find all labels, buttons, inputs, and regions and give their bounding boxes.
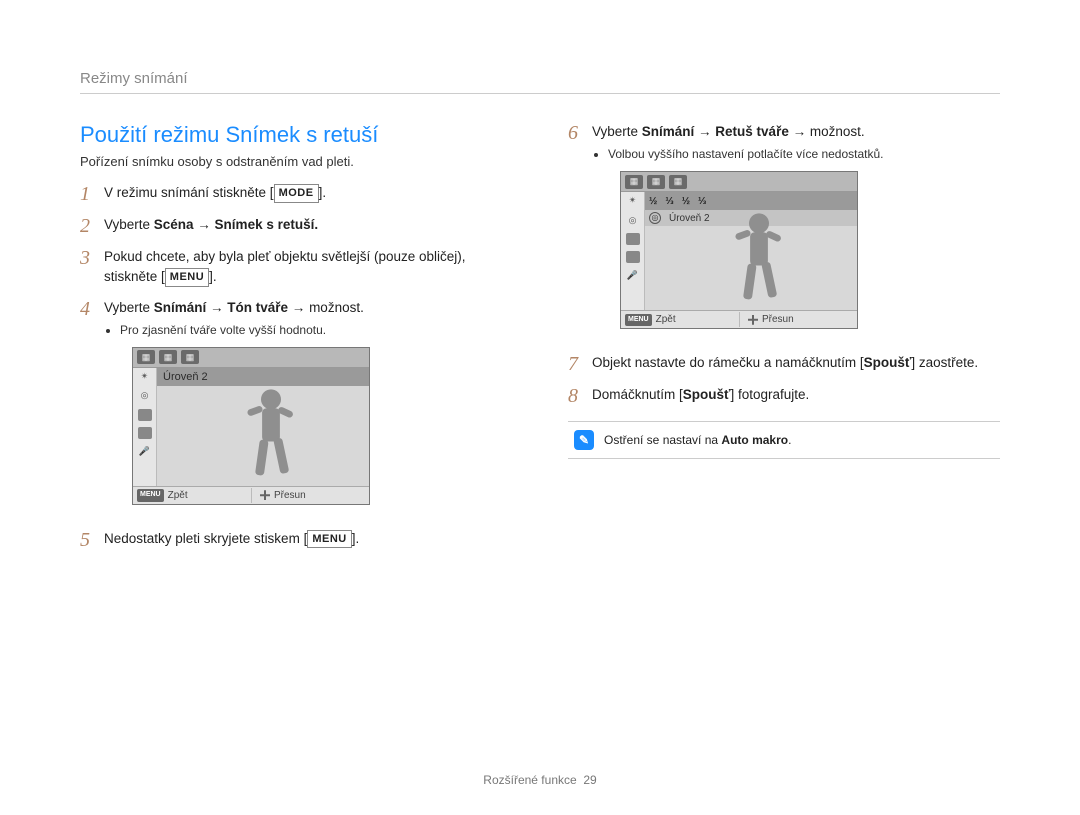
step-8: 8 Domáčknutím [Spoušť] fotografujte.: [568, 385, 1000, 407]
step-number: 1: [80, 183, 104, 205]
mic-icon: 🎤: [627, 269, 638, 283]
lcd-toprow: ▦ ▦ ▦: [133, 348, 369, 368]
step-7: 7 Objekt nastavte do rámečku a namáčknut…: [568, 353, 1000, 375]
mode-icon: ▦: [647, 175, 665, 189]
step-4: 4 Vyberte Snímání → Tón tváře → možnost.…: [80, 298, 512, 519]
page-footer: Rozšířené funkce 29: [0, 773, 1080, 787]
step-number: 7: [568, 353, 592, 375]
exposure-icon: ✴: [141, 370, 149, 384]
lcd-preview: ▦ ▦ ▦ ✴ ◎ 🎤 Úroveň 2 MENUZpět Přesun: [132, 347, 370, 505]
step-1: 1 V režimu snímání stiskněte [MODE].: [80, 183, 512, 205]
page-subtitle: Pořízení snímku osoby s odstraněním vad …: [80, 154, 512, 169]
step-text: Nedostatky pleti skryjete stiskem [MENU]…: [104, 529, 512, 551]
mode-icon: ▦: [181, 350, 199, 364]
iso-icon: [138, 409, 152, 421]
step-text: Vyberte Scéna → Snímek s retuší.: [104, 215, 512, 237]
left-column: Použití režimu Snímek s retuší Pořízení …: [80, 122, 512, 561]
lcd-back: MENUZpět: [621, 312, 739, 327]
mode-icon: ▦: [159, 350, 177, 364]
lcd-level-bar: Úroveň 2: [157, 368, 369, 386]
step-number: 3: [80, 247, 104, 288]
step-text: Pokud chcete, aby byla pleť objektu svět…: [104, 247, 512, 288]
wb-icon: [626, 251, 640, 263]
steps-right: 6 Vyberte Snímání → Retuš tváře → možnos…: [568, 122, 1000, 407]
focus-icon: ◎: [141, 389, 149, 403]
step-number: 6: [568, 122, 592, 343]
note-box: ✎ Ostření se nastaví na Auto makro.: [568, 421, 1000, 459]
step-text: Vyberte Snímání → Retuš tváře → možnost.…: [592, 122, 1000, 343]
person-silhouette: [719, 210, 799, 310]
step-5: 5 Nedostatky pleti skryjete stiskem [MEN…: [80, 529, 512, 551]
focus-icon: ◎: [649, 212, 661, 224]
page-title: Použití režimu Snímek s retuší: [80, 122, 512, 148]
step-number: 2: [80, 215, 104, 237]
step-text: V režimu snímání stiskněte [MODE].: [104, 183, 512, 205]
lcd-side-icons: ✴ ◎ 🎤: [133, 368, 157, 486]
lcd-move: Přesun: [251, 488, 369, 503]
mode-icon: ▦: [625, 175, 643, 189]
step-text: Objekt nastavte do rámečku a namáčknutím…: [592, 353, 1000, 375]
step-2: 2 Vyberte Scéna → Snímek s retuší.: [80, 215, 512, 237]
focus-icon: ◎: [629, 214, 637, 228]
person-silhouette: [231, 386, 311, 486]
note-text: Ostření se nastaví na Auto makro.: [604, 433, 791, 447]
exposure-icon: ✴: [629, 194, 637, 208]
mic-icon: 🎤: [139, 445, 150, 459]
info-icon: ✎: [574, 430, 594, 450]
right-column: 6 Vyberte Snímání → Retuš tváře → možnos…: [568, 122, 1000, 561]
dpad-icon: [748, 315, 758, 325]
lcd-back: MENUZpět: [133, 488, 251, 503]
mode-icon: ▦: [137, 350, 155, 364]
step-3: 3 Pokud chcete, aby byla pleť objektu sv…: [80, 247, 512, 288]
steps-left: 1 V režimu snímání stiskněte [MODE]. 2 V…: [80, 183, 512, 551]
page-header: Režimy snímání: [80, 70, 1000, 94]
mode-icon: ▦: [669, 175, 687, 189]
lcd-move: Přesun: [739, 312, 857, 327]
step-6: 6 Vyberte Snímání → Retuš tváře → možnos…: [568, 122, 1000, 343]
wb-icon: [138, 427, 152, 439]
step-number: 8: [568, 385, 592, 407]
lcd-fractions-row: ½⅓½⅓: [645, 192, 857, 210]
step-text: Vyberte Snímání → Tón tváře → možnost.Pr…: [104, 298, 512, 519]
dpad-icon: [260, 490, 270, 500]
step-number: 5: [80, 529, 104, 551]
step-number: 4: [80, 298, 104, 519]
lcd-side-icons: ✴ ◎ 🎤: [621, 192, 645, 310]
step-text: Domáčknutím [Spoušť] fotografujte.: [592, 385, 1000, 407]
lcd-toprow: ▦ ▦ ▦: [621, 172, 857, 192]
lcd-preview: ▦ ▦ ▦ ✴ ◎ 🎤 ½⅓½⅓ ◎Úroveň 2 MENUZpět Přes…: [620, 171, 858, 329]
iso-icon: [626, 233, 640, 245]
